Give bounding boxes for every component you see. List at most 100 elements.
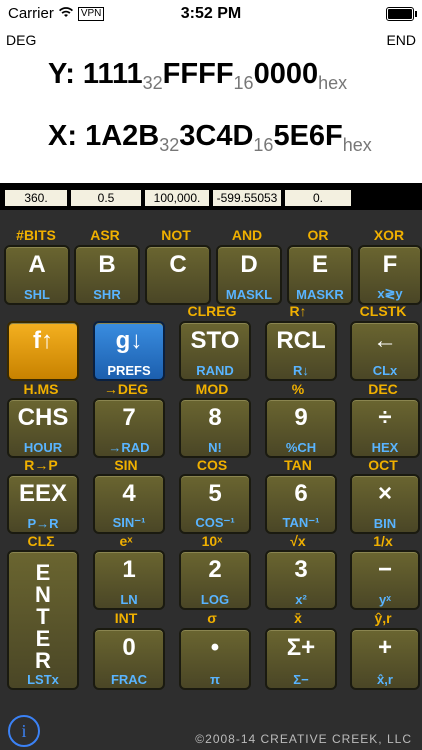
status-bar: Carrier VPN 3:52 PM bbox=[0, 0, 422, 28]
register-cell: 0. bbox=[285, 190, 351, 206]
key-face: EEX bbox=[18, 480, 68, 507]
key-b[interactable]: B SHR bbox=[74, 245, 140, 305]
key-3[interactable]: 3 x² bbox=[265, 550, 337, 610]
key-face: 1 bbox=[122, 556, 136, 583]
divide-button[interactable]: ÷ HEX bbox=[350, 398, 420, 458]
key-sub: TAN⁻¹ bbox=[282, 515, 320, 530]
shift-label: OR bbox=[307, 227, 329, 243]
battery-icon bbox=[386, 7, 417, 21]
shift-label: SIN bbox=[114, 457, 138, 473]
y-digits-3: 0000 bbox=[253, 58, 319, 90]
key-face: × bbox=[377, 480, 392, 507]
y-sub-1: 32 bbox=[142, 73, 163, 93]
rcl-button[interactable]: RCL R↓ bbox=[265, 321, 337, 381]
key-face: + bbox=[377, 634, 392, 661]
shift-label: 10ˣ bbox=[201, 533, 223, 549]
f-shift-button[interactable]: f↑ bbox=[7, 321, 79, 381]
register-cell: -599.55053 bbox=[213, 190, 281, 206]
key-sub: x≷y bbox=[377, 286, 403, 301]
y-label: Y: bbox=[48, 58, 75, 90]
shift-label: ASR bbox=[90, 227, 120, 243]
y-sub-3: hex bbox=[318, 73, 348, 93]
key-face: 3 bbox=[294, 556, 308, 583]
shift-label: AND bbox=[231, 227, 263, 243]
key-face: 2 bbox=[208, 556, 222, 583]
key-9[interactable]: 9 %CH bbox=[265, 398, 337, 458]
shift-label: #BITS bbox=[16, 227, 56, 243]
sto-button[interactable]: STO RAND bbox=[179, 321, 251, 381]
x-digits-2: 3C4D bbox=[179, 120, 254, 152]
key-face: B bbox=[98, 251, 116, 278]
y-register: Y: 111132FFFF160000hex bbox=[48, 58, 347, 94]
x-label: X: bbox=[48, 120, 77, 152]
shift-label: R→P bbox=[24, 457, 58, 473]
key-c[interactable]: C bbox=[145, 245, 211, 305]
shift-label: H.MS bbox=[23, 381, 59, 397]
key-2[interactable]: 2 LOG bbox=[179, 550, 251, 610]
key-face: 4 bbox=[122, 480, 136, 507]
x-register: X: 1A2B323C4D165E6Fhex bbox=[48, 120, 372, 156]
g-shift-button[interactable]: g↓ PREFS bbox=[93, 321, 165, 381]
key-sub: π bbox=[210, 672, 220, 687]
x-sub-2: 16 bbox=[253, 135, 274, 155]
key-face: 7 bbox=[122, 404, 136, 431]
key-face: 6 bbox=[294, 480, 308, 507]
chs-button[interactable]: CHS HOUR bbox=[7, 398, 79, 458]
key-a[interactable]: A SHL bbox=[4, 245, 70, 305]
key-face: D bbox=[240, 251, 258, 278]
key-face: RCL bbox=[276, 327, 326, 354]
key-7[interactable]: 7 →RAD bbox=[93, 398, 165, 458]
key-sub: Σ− bbox=[293, 672, 309, 687]
key-4[interactable]: 4 SIN⁻¹ bbox=[93, 474, 165, 534]
key-sub: x² bbox=[295, 592, 307, 607]
y-sub-2: 16 bbox=[233, 73, 254, 93]
shift-label: OCT bbox=[368, 457, 398, 473]
key-face: E bbox=[311, 251, 328, 278]
key-face: 8 bbox=[208, 404, 222, 431]
key-sub: HOUR bbox=[23, 440, 63, 455]
shift-label: MOD bbox=[195, 381, 229, 397]
key-face: ÷ bbox=[378, 404, 392, 431]
key-5[interactable]: 5 COS⁻¹ bbox=[179, 474, 251, 534]
key-sub: MASKL bbox=[225, 287, 273, 302]
end-mode: END bbox=[386, 32, 416, 48]
key-face: − bbox=[377, 556, 392, 583]
key-sub: HEX bbox=[371, 440, 399, 455]
multiply-button[interactable]: × BIN bbox=[350, 474, 420, 534]
shift-label: NOT bbox=[161, 227, 191, 243]
key-6[interactable]: 6 TAN⁻¹ bbox=[265, 474, 337, 534]
key-sub: yˣ bbox=[379, 592, 391, 607]
x-digits-1: 1A2B bbox=[85, 120, 160, 152]
shift-label: eˣ bbox=[119, 533, 133, 549]
decimal-button[interactable]: • π bbox=[179, 628, 251, 690]
minus-button[interactable]: − yˣ bbox=[350, 550, 420, 610]
key-f-hex[interactable]: Fx≷y bbox=[358, 245, 422, 305]
eex-button[interactable]: EEX P→R bbox=[7, 474, 79, 534]
key-sub: R↓ bbox=[293, 363, 309, 378]
enter-button[interactable]: ENTER LSTx bbox=[7, 550, 79, 690]
key-face: F bbox=[382, 251, 398, 278]
key-0[interactable]: 0 FRAC bbox=[93, 628, 165, 690]
backspace-button[interactable]: ← CLx bbox=[350, 321, 420, 381]
shift-label: COS bbox=[196, 457, 228, 473]
shift-label: √x bbox=[290, 533, 306, 549]
key-face: • bbox=[210, 634, 220, 661]
key-sub: %CH bbox=[285, 440, 317, 455]
key-d[interactable]: D MASKL bbox=[216, 245, 282, 305]
y-digits-1: 1111 bbox=[82, 58, 143, 90]
x-sub-3: hex bbox=[342, 135, 372, 155]
key-e[interactable]: E MASKR bbox=[287, 245, 353, 305]
key-face: f↑ bbox=[33, 327, 53, 354]
key-sub: BIN bbox=[373, 516, 397, 531]
shift-label: DEC bbox=[368, 381, 398, 397]
plus-button[interactable]: + x̂,r bbox=[350, 628, 420, 690]
info-icon[interactable]: i bbox=[8, 715, 40, 747]
key-8[interactable]: 8 N! bbox=[179, 398, 251, 458]
shift-label: XOR bbox=[373, 227, 405, 243]
shift-label: CLREG bbox=[187, 303, 237, 319]
key-1[interactable]: 1 LN bbox=[93, 550, 165, 610]
register-cell: 100,000. bbox=[145, 190, 209, 206]
shift-label: ŷ,r bbox=[374, 610, 392, 626]
sigma-plus-button[interactable]: Σ+ Σ− bbox=[265, 628, 337, 690]
shift-label: % bbox=[291, 381, 305, 397]
